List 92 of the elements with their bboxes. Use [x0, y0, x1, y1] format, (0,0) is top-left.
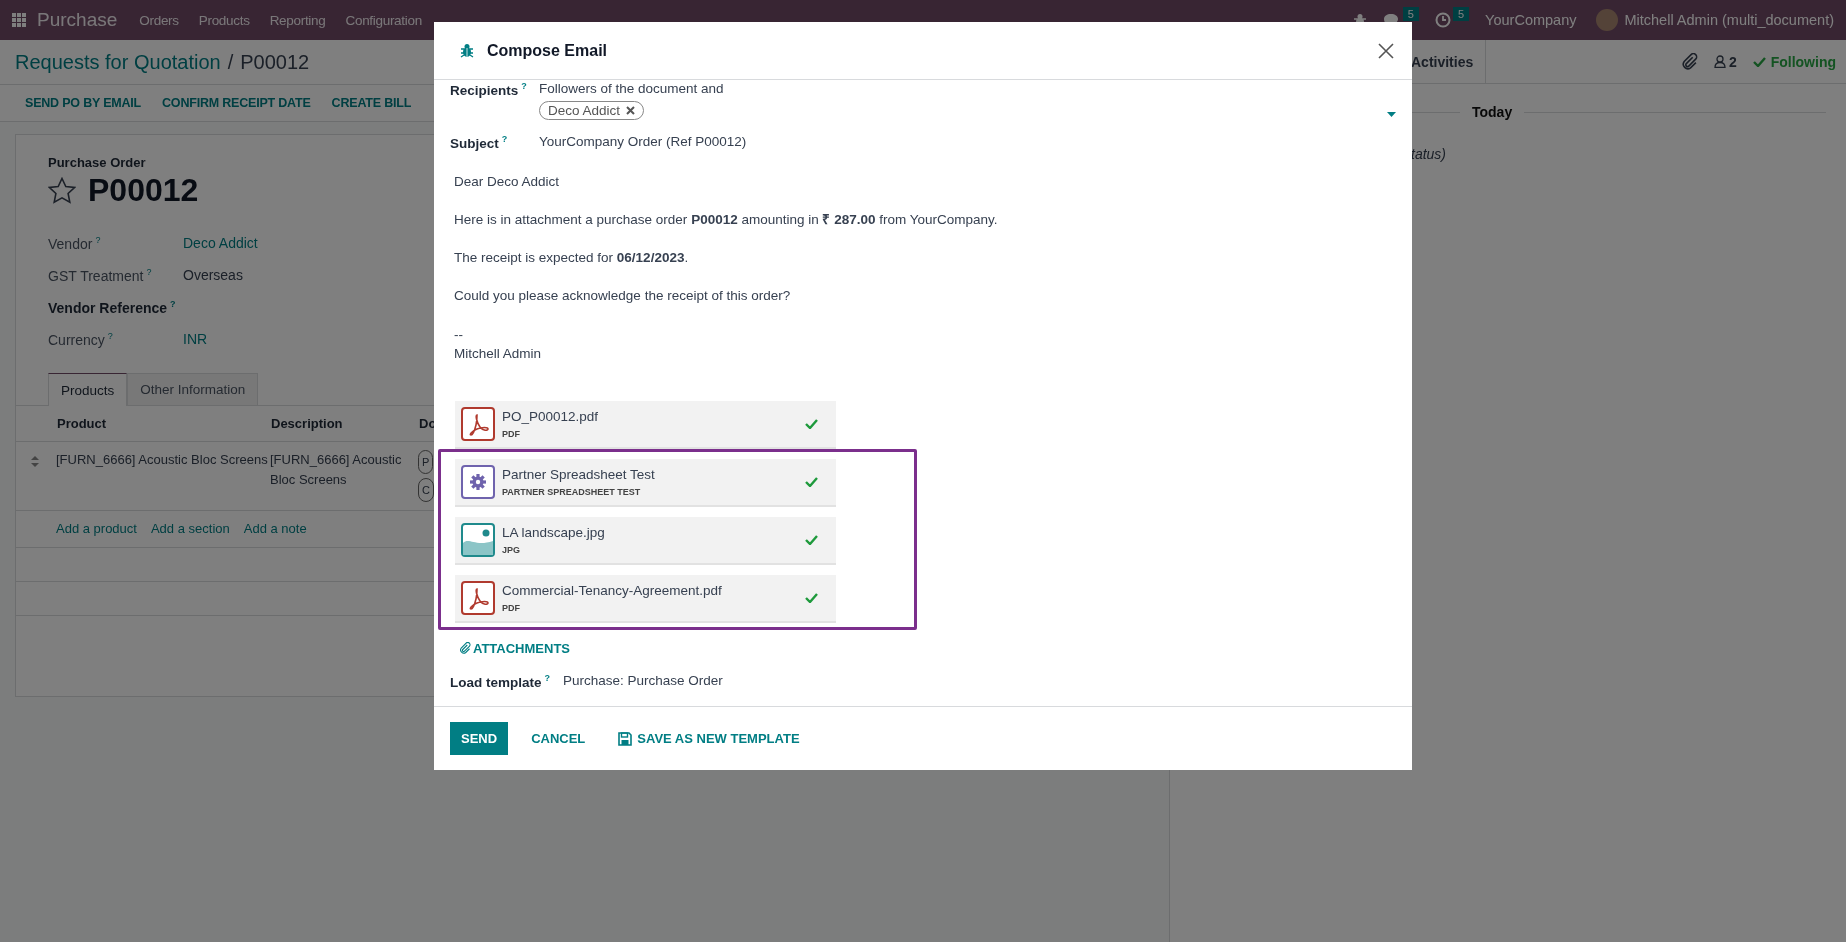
save-template-button[interactable]: SAVE AS NEW TEMPLATE [608, 723, 810, 754]
attachment-name: LA landscape.jpg [502, 524, 606, 540]
action-button[interactable]: CREATE BILL [331, 92, 412, 114]
user-icon[interactable] [1713, 55, 1726, 68]
table-cell: [FURN_6666] Acoustic Bloc Screens [56, 452, 268, 467]
clock-icon[interactable] [1435, 12, 1451, 28]
check-icon [1752, 56, 1766, 67]
add-line-link[interactable]: Add a note [243, 521, 307, 536]
action-button[interactable]: CONFIRM RECEIPT DATE [162, 92, 311, 114]
attachment-type: PARTNER SPREADSHEET TEST [502, 486, 642, 497]
field-value[interactable]: INR [183, 331, 208, 347]
attachment-name: Commercial-Tenancy-Agreement.pdf [502, 582, 723, 598]
company-switcher[interactable]: YourCompany [1485, 12, 1577, 28]
form-caption: Purchase Order [48, 155, 147, 170]
email-paragraph: The receipt is expected for 06/12/2023. [454, 248, 690, 267]
field-value: Overseas [183, 267, 243, 283]
menu-item[interactable]: Reporting [269, 12, 326, 28]
help-mark[interactable]: ? [544, 673, 550, 683]
column-header[interactable]: Product [57, 416, 107, 431]
attachment-type: PDF [502, 602, 521, 613]
attachment-name: Partner Spreadsheet Test [502, 466, 656, 482]
attachments-button[interactable]: ATTACHMENTS [459, 640, 570, 656]
uploaded-check-icon [805, 418, 818, 429]
message-text: tatus) [1411, 146, 1447, 162]
attachment-card[interactable]: LA landscape.jpg JPG [455, 516, 836, 565]
field-label: Vendor $^{?}$ [48, 234, 102, 252]
pdf-file-icon [461, 406, 495, 441]
attachment-name: PO_P00012.pdf [502, 408, 600, 424]
field-value[interactable]: Deco Addict [183, 235, 258, 251]
help-mark[interactable]: ? [521, 81, 527, 91]
table-cell: [FURN_6666] Acoustic Bloc Screens [270, 452, 402, 487]
send-button[interactable]: SEND [450, 722, 509, 755]
menu-item[interactable]: Configuration [345, 12, 422, 28]
pdf-file-icon [461, 580, 495, 615]
counter-badge: 5 [1402, 7, 1419, 21]
template-field[interactable]: Purchase: Purchase Order [563, 673, 723, 690]
email-paragraph: Here is in attachment a purchase order P00012 amounting in ₹ 287.00 from YourCompany. [454, 210, 999, 229]
menu-item[interactable]: Products [198, 12, 250, 28]
attachment-type: JPG [502, 544, 521, 555]
field-label: Recipients $^{?}$ [450, 81, 528, 98]
action-button[interactable]: SEND PO BY EMAIL [25, 92, 142, 114]
paperclip-icon[interactable] [459, 642, 471, 654]
breadcrumb-current: P00012 [240, 50, 310, 74]
notebook-tab[interactable]: Other Information [127, 373, 259, 405]
attachment-card[interactable]: Partner Spreadsheet Test PARTNER SPREADSHEET TEST [455, 458, 836, 507]
email-paragraph: Could you please acknowledge the receipt of this order? [454, 286, 792, 305]
help-mark[interactable]: ? [170, 298, 176, 309]
following-button[interactable]: Following [1770, 53, 1836, 70]
column-header[interactable]: Description [271, 416, 343, 431]
drag-handle-icon[interactable] [31, 456, 39, 467]
remove-icon[interactable] [626, 106, 636, 115]
follower-count[interactable]: 2 [1728, 53, 1737, 70]
image-file-icon [461, 522, 495, 557]
uploaded-check-icon [805, 534, 818, 545]
notebook-tab[interactable]: Products [48, 373, 128, 406]
paperclip-icon[interactable] [1680, 53, 1698, 70]
field-label: Vendor Reference $^{?}$ [48, 298, 177, 316]
close-icon[interactable] [1378, 42, 1394, 59]
subject-field[interactable]: YourCompany Order (Ref P00012) [539, 134, 1396, 149]
save-icon [618, 731, 633, 746]
help-mark[interactable]: ? [95, 234, 101, 245]
recipients-text: Followers of the document and [539, 81, 725, 96]
user-menu[interactable]: Mitchell Admin (multi_document) [1624, 12, 1834, 28]
signature-line: -- [454, 325, 464, 344]
star-icon[interactable] [48, 177, 76, 204]
gear-file-icon [461, 464, 495, 499]
field-label: GST Treatment $^{?}$ [48, 266, 153, 284]
add-line-link[interactable]: Add a product [56, 521, 137, 536]
add-line-link[interactable]: Add a section [150, 521, 230, 536]
attachment-card[interactable]: Commercial-Tenancy-Agreement.pdf PDF [455, 574, 836, 623]
breadcrumb-separator: / [227, 50, 234, 74]
dialog-title: Compose Email [487, 41, 609, 60]
record-title: P00012 [88, 172, 199, 209]
attachment-type: PDF [502, 428, 521, 439]
field-label: Load template $^{?}$ [450, 673, 551, 690]
uploaded-check-icon [805, 476, 818, 487]
counter-badge: 5 [1453, 7, 1470, 21]
help-mark[interactable]: ? [107, 330, 113, 341]
uploaded-check-icon [805, 592, 818, 603]
cancel-button[interactable]: CANCEL [521, 723, 596, 754]
help-mark[interactable]: ? [501, 134, 508, 144]
attachment-card[interactable]: PO_P00012.pdf PDF [455, 400, 836, 449]
apps-menu-icon[interactable] [12, 13, 26, 27]
menu-item[interactable]: Orders [139, 12, 179, 28]
field-label: Currency $^{?}$ [48, 330, 114, 348]
signature-line: Mitchell Admin [454, 344, 543, 363]
app-name[interactable]: Purchase [37, 9, 118, 31]
breadcrumb-link[interactable]: Requests for Quotation [15, 50, 221, 74]
field-label: Subject $^{?}$ [450, 134, 509, 151]
help-mark[interactable]: ? [146, 266, 152, 277]
date-separator: Today [1472, 104, 1513, 120]
email-paragraph: Dear Deco Addict [454, 172, 561, 191]
